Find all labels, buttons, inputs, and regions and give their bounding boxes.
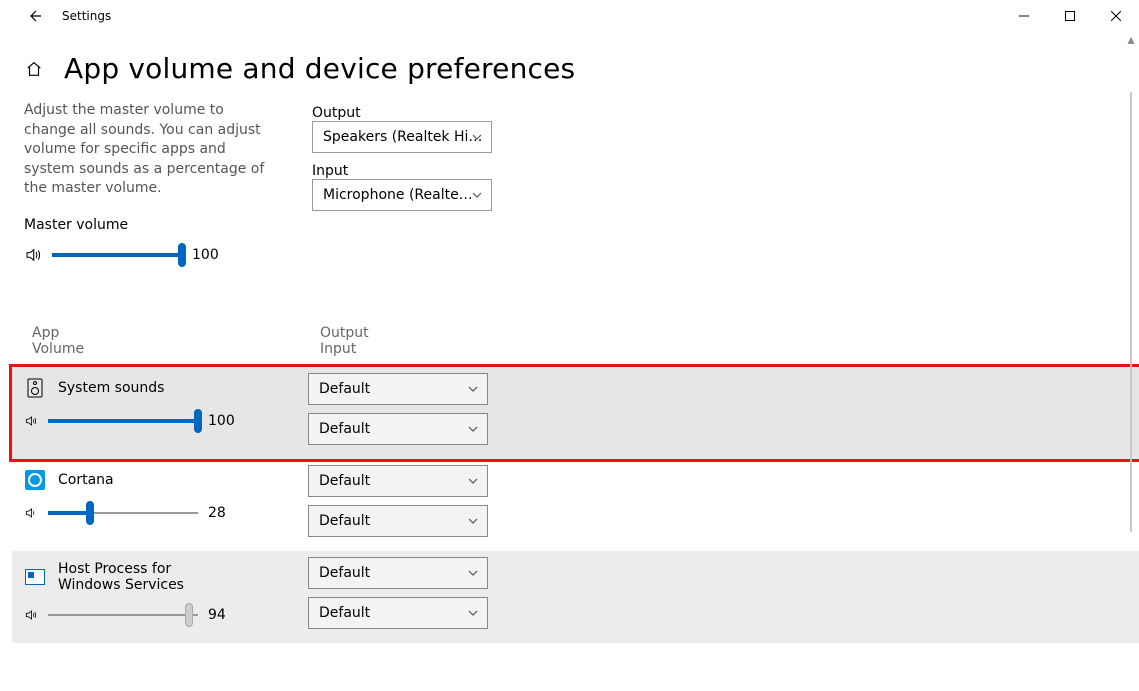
output-device-select[interactable]: Speakers (Realtek Hi… [312,121,492,153]
scroll-up-arrow[interactable]: ▴ [1123,32,1139,48]
chevron-down-icon [467,475,479,487]
apps-header-io: Output Input [320,325,520,357]
output-device-value: Speakers (Realtek Hi… [323,129,482,145]
app-volume-value: 28 [208,505,238,521]
home-icon[interactable] [24,59,44,79]
app-volume-row: 100 [24,411,284,431]
app-output-value: Default [319,473,370,489]
app-io-selects: Default Default [308,373,508,453]
host-process-icon [24,566,46,588]
app-io-selects: Default Default [308,465,508,545]
app-input-select[interactable]: Default [308,597,488,629]
left-column: Adjust the master volume to change all s… [24,101,296,265]
app-io-selects: Default Default [308,557,508,637]
app-input-select[interactable]: Default [308,505,488,537]
app-volume-slider[interactable] [48,503,198,523]
speaker-icon[interactable] [24,506,38,520]
app-row: System sounds 100 Default Default [12,367,1139,459]
back-button[interactable] [18,8,50,24]
apps-table-header: App Volume Output Input [0,325,1139,357]
app-title-row: Cortana [24,469,284,491]
app-input-select[interactable]: Default [308,413,488,445]
scrollbar-thumb[interactable] [1130,92,1132,532]
app-row: Cortana 28 Default Default [12,459,1139,551]
app-input-value: Default [319,421,370,437]
app-name: Cortana [58,472,114,488]
app-left: System sounds 100 [20,373,292,435]
app-row: Host Process for Windows Services 94 Defau… [12,551,1139,643]
app-volume-row: 94 [24,605,284,625]
scrollbar[interactable]: ▴ [1123,32,1139,691]
minimize-button[interactable] [1001,0,1047,32]
chevron-down-icon [467,515,479,527]
app-volume-row: 28 [24,503,284,523]
input-label: Input [312,163,512,179]
page-title: App volume and device preferences [64,52,575,85]
top-content: Adjust the master volume to change all s… [0,101,1139,265]
chevron-down-icon [467,423,479,435]
app-output-select[interactable]: Default [308,557,488,589]
page-header: App volume and device preferences [0,32,1139,101]
app-name: Host Process for Windows Services [58,561,238,593]
app-name: System sounds [58,380,164,396]
chevron-down-icon [467,383,479,395]
speaker-icon[interactable] [24,414,38,428]
master-volume-label: Master volume [24,217,296,233]
window-title: Settings [62,9,111,23]
app-volume-slider[interactable] [48,411,198,431]
app-output-value: Default [319,565,370,581]
apps-list: System sounds 100 Default Default Cortana 28 D… [0,367,1139,643]
output-label: Output [312,105,512,121]
chevron-down-icon [471,131,483,143]
chevron-down-icon [467,607,479,619]
master-volume-slider[interactable] [52,245,182,265]
system-sounds-icon [24,377,46,399]
apps-header-volume: App Volume [32,325,112,357]
right-column: Output Speakers (Realtek Hi… Input Micro… [312,101,512,221]
app-title-row: System sounds [24,377,284,399]
app-left: Host Process for Windows Services 94 [20,557,292,629]
close-button[interactable] [1093,0,1139,32]
app-output-value: Default [319,381,370,397]
input-device-select[interactable]: Microphone (Realte… [312,179,492,211]
app-title-row: Host Process for Windows Services [24,561,284,593]
app-output-select[interactable]: Default [308,373,488,405]
speaker-icon[interactable] [24,246,42,264]
input-device-value: Microphone (Realte… [323,187,473,203]
chevron-down-icon [471,189,483,201]
app-left: Cortana 28 [20,465,292,527]
app-output-select[interactable]: Default [308,465,488,497]
maximize-button[interactable] [1047,0,1093,32]
titlebar: Settings [0,0,1139,32]
app-volume-value: 100 [208,413,238,429]
description-text: Adjust the master volume to change all s… [24,101,274,199]
master-volume-block: Master volume 100 [24,217,296,265]
window-controls [1001,0,1139,32]
cortana-icon [24,469,46,491]
app-input-value: Default [319,605,370,621]
app-input-value: Default [319,513,370,529]
master-volume-row: 100 [24,245,296,265]
chevron-down-icon [467,567,479,579]
app-volume-value: 94 [208,607,238,623]
speaker-icon[interactable] [24,608,38,622]
master-volume-value: 100 [192,247,222,263]
app-volume-slider[interactable] [48,605,198,625]
